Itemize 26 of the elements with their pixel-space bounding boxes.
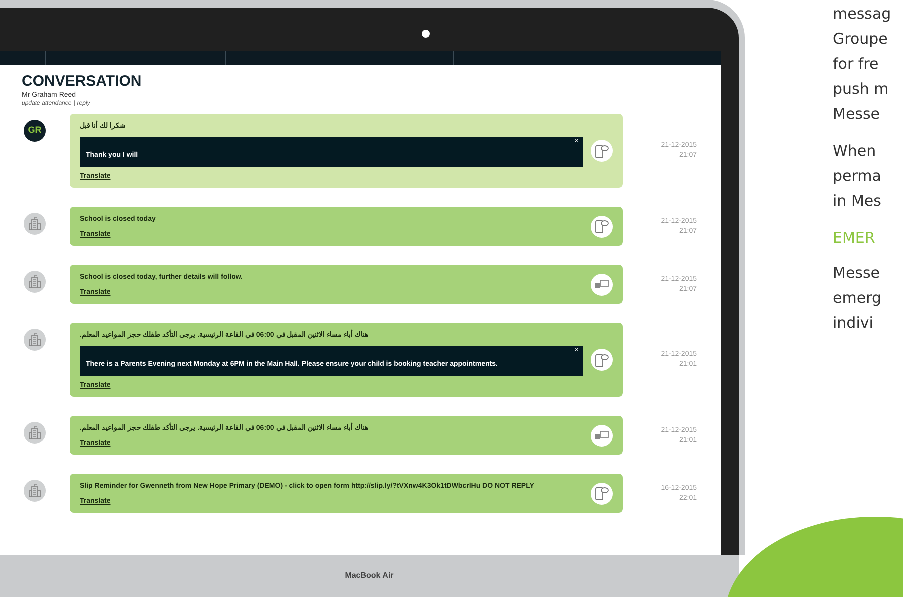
body-text-line: messag [833,4,892,25]
body-text-line: When [833,141,878,162]
school-building-icon [29,217,41,231]
school-building-icon [29,333,41,347]
body-text-line: Groupe [833,29,889,50]
body-text-line: perma [833,166,882,187]
school-building-icon [29,426,41,440]
body-text-line: in Mes [833,191,882,212]
body-text-line: emerg [833,288,882,309]
phone-message-icon [595,352,609,368]
body-text-line: push m [833,79,890,100]
avatar-initials: GR [24,120,46,142]
laptop-label: MacBook Air [345,570,394,582]
school-building-icon [29,484,41,498]
phone-message-icon [595,144,609,158]
body-text-line: for fre [833,54,880,75]
conversation-title: CONVERSATION [22,73,143,91]
chat-message-icon [595,280,609,289]
chat-message-icon [595,431,609,440]
body-text-line: indivi [833,313,874,334]
school-building-icon [29,275,41,289]
section-heading: EMER [833,228,876,249]
phone-message-icon [595,219,609,234]
phone-message-icon [595,486,609,501]
body-text-line: Messe [833,263,882,284]
body-text-line: Messe [833,104,882,125]
